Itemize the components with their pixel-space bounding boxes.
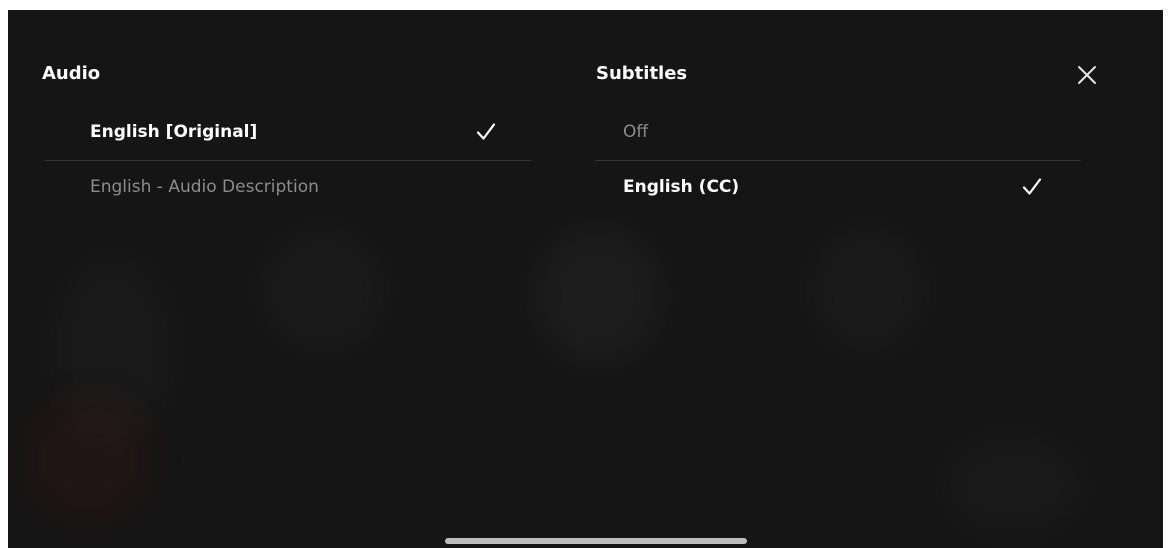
audio-option-english-original[interactable]: English [Original]: [45, 106, 531, 161]
audio-section-title: Audio: [42, 63, 101, 84]
background-blur: [533, 225, 663, 365]
close-icon: [1078, 66, 1096, 84]
audio-subtitles-screen: Audio English [Original] English - Audio…: [8, 10, 1163, 548]
subtitles-options-list: Off English (CC): [595, 106, 1081, 216]
subtitle-option-label: Off: [623, 122, 649, 142]
subtitle-option-off[interactable]: Off: [595, 106, 1081, 161]
background-blur: [808, 225, 928, 355]
audio-options-list: English [Original] English - Audio Descr…: [45, 106, 531, 216]
subtitle-option-english-cc[interactable]: English (CC): [595, 161, 1081, 216]
checkmark-icon: [476, 123, 496, 140]
audio-option-label: English - Audio Description: [90, 177, 319, 197]
checkmark-icon: [1022, 178, 1042, 195]
background-blur: [938, 430, 1088, 540]
background-blur: [258, 225, 388, 355]
close-button[interactable]: [1074, 62, 1100, 88]
home-indicator[interactable]: [445, 538, 747, 544]
audio-option-label: English [Original]: [90, 122, 258, 142]
subtitle-option-label: English (CC): [623, 177, 740, 197]
audio-option-english-audio-description[interactable]: English - Audio Description: [45, 161, 531, 216]
subtitles-section-title: Subtitles: [596, 63, 688, 84]
background-blur: [48, 250, 178, 450]
